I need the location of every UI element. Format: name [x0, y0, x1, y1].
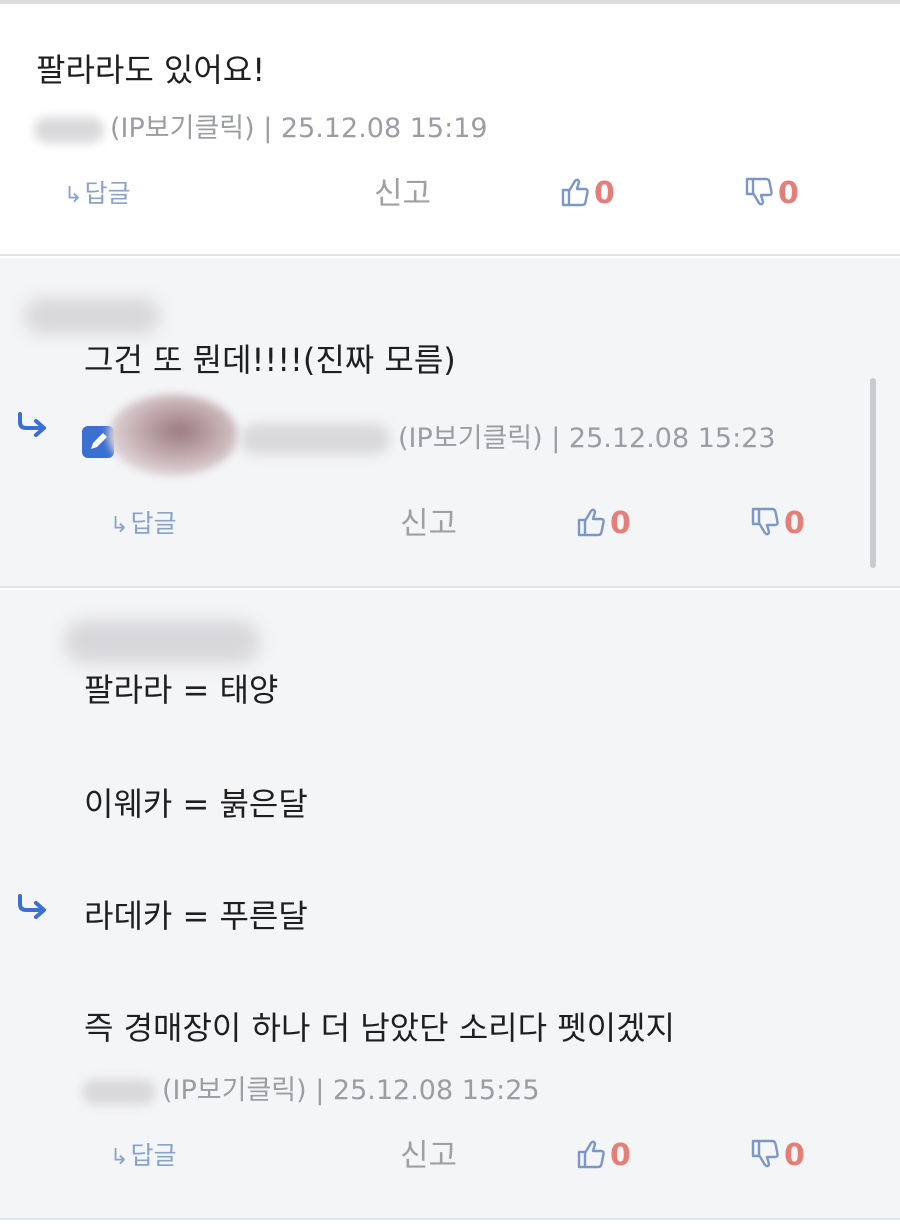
reply-comment-item: 그건 또 뭔데!!!!(진짜 모름) (IP보기클릭) | 25.12.08 1…	[0, 258, 900, 588]
reply-indicator-icon	[18, 894, 46, 919]
reply-indicator-icon	[18, 412, 46, 437]
reply-arrow-icon: ↳	[110, 513, 129, 538]
scrollbar[interactable]	[870, 378, 876, 568]
report-button[interactable]: 신고	[374, 172, 431, 216]
comment-ip-time[interactable]: (IP보기클릭) | 25.12.08 15:23	[398, 423, 776, 454]
comment-text: 그건 또 뭔데!!!!(진짜 모름)	[84, 341, 456, 379]
dislike-button[interactable]: 0	[750, 502, 805, 546]
thumbs-down-icon	[745, 177, 773, 206]
reply-arrow-icon: ↳	[64, 183, 83, 208]
dislike-button[interactable]: 0	[744, 172, 799, 216]
reply-button[interactable]: ↳답글	[64, 172, 130, 218]
thumbs-down-icon	[751, 1139, 779, 1168]
comment-ip-time[interactable]: (IP보기클릭) | 25.12.08 15:25	[162, 1075, 540, 1106]
comment-ip-time[interactable]: (IP보기클릭) | 25.12.08 15:19	[110, 113, 488, 144]
like-button[interactable]: 0	[560, 172, 615, 216]
blurred-author	[82, 1078, 156, 1105]
comment-actions: ↳답글 신고 0 0	[0, 502, 900, 546]
comment-text: 팔라라도 있어요!	[36, 51, 266, 89]
comment-item: 팔라라도 있어요! (IP보기클릭) | 25.12.08 15:19 ↳답글 …	[0, 4, 900, 256]
blurred-author	[64, 620, 260, 664]
reply-button[interactable]: ↳답글	[110, 502, 176, 548]
comment-text-line: 팔라라 = 태양	[84, 671, 279, 709]
like-button[interactable]: 0	[576, 1134, 631, 1178]
comment-meta: (IP보기클릭) | 25.12.08 15:25	[82, 1074, 540, 1108]
report-button[interactable]: 신고	[400, 502, 457, 546]
thumbs-up-icon	[561, 178, 589, 207]
thumbs-up-icon	[577, 508, 605, 537]
reply-button[interactable]: ↳답글	[110, 1134, 176, 1180]
comment-text-line: 즉 경매장이 하나 더 남았단 소리다 펫이겠지	[84, 1009, 675, 1047]
comment-text-line: 라데카 = 푸른달	[84, 897, 308, 935]
blurred-author	[240, 424, 390, 454]
comment-actions: ↳답글 신고 0 0	[0, 1134, 900, 1178]
thumbs-up-icon	[577, 1140, 605, 1169]
report-button[interactable]: 신고	[400, 1134, 457, 1178]
reply-comment-item: 팔라라 = 태양 이웨카 = 붉은달 라데카 = 푸른달 즉 경매장이 하나 더…	[0, 590, 900, 1220]
like-button[interactable]: 0	[576, 502, 631, 546]
avatar[interactable]	[108, 394, 238, 476]
comment-text-line: 이웨카 = 붉은달	[84, 785, 308, 823]
comment-actions: ↳답글 신고 0 0	[0, 172, 900, 216]
blurred-author	[24, 298, 160, 334]
thumbs-down-icon	[751, 507, 779, 536]
blurred-author	[34, 116, 104, 143]
dislike-button[interactable]: 0	[750, 1134, 805, 1178]
reply-arrow-icon: ↳	[110, 1145, 129, 1170]
comment-meta: (IP보기클릭) | 25.12.08 15:19	[34, 112, 488, 146]
comment-meta: (IP보기클릭) | 25.12.08 15:23	[398, 422, 776, 456]
bottom-divider	[0, 1222, 900, 1229]
